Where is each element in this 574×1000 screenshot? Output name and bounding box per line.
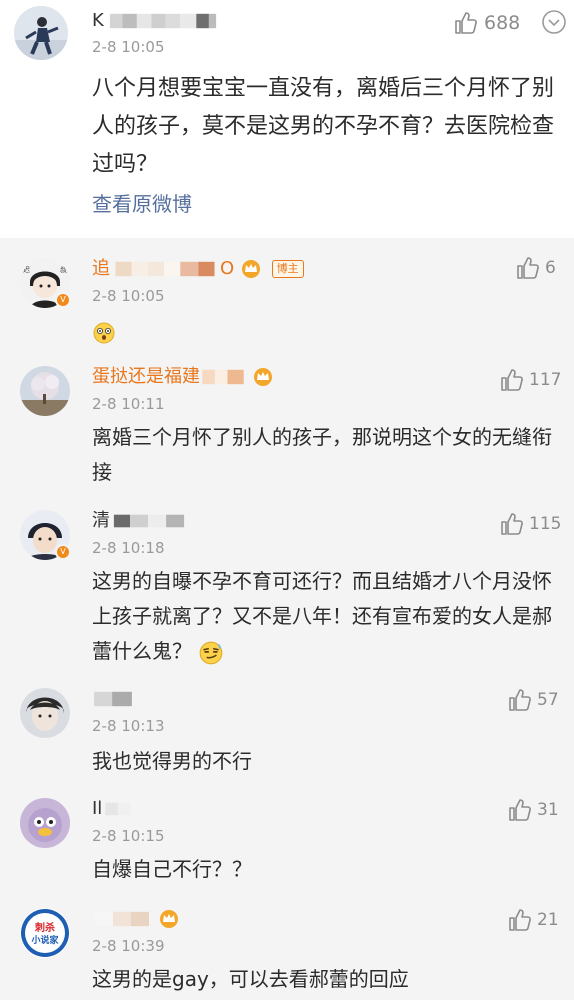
comment-page: K 2-8 10:05 688 八个月想要宝宝一直没有，离婚后三个月怀了别人的孩… (0, 0, 574, 1000)
svg-text:叔: 叔 (60, 265, 67, 274)
thumb-up-icon (501, 513, 523, 535)
comment-time: 2-8 10:39 (92, 937, 165, 955)
comment-text: 自爆自己不行？？ (92, 857, 252, 881)
thumb-up-icon (517, 257, 539, 279)
thumb-up-icon (501, 369, 523, 391)
user-name[interactable]: Il (92, 798, 132, 820)
crown-icon (253, 368, 272, 386)
main-comment: K 2-8 10:05 688 八个月想要宝宝一直没有，离婚后三个月怀了别人的孩… (0, 0, 574, 238)
user-name[interactable]: 蛋挞还是福建 (92, 366, 274, 388)
comment-time: 2-8 10:18 (92, 539, 165, 557)
like-button[interactable]: 117 (500, 368, 561, 392)
like-button[interactable]: 6 (516, 256, 556, 280)
thumb-up-icon (509, 799, 531, 821)
like-button[interactable]: 115 (500, 512, 561, 536)
avatar[interactable] (14, 6, 68, 60)
dizzy-face-emoji (93, 322, 115, 343)
smirk-face-emoji (199, 641, 223, 664)
view-original-link[interactable]: 查看原微博 (92, 188, 192, 217)
user-name[interactable]: 追 O 博主 (92, 258, 304, 280)
user-name-text: Il (92, 798, 103, 819)
reply-list: 迟 叔 V 追 O 博主 2-8 10:05 6 蛋挞还是福建 2-8 10:1… (0, 238, 574, 1000)
comment-text: 八个月想要宝宝一直没有，离婚后三个月怀了别人的孩子，莫不是这男的不孕不育？去医院… (92, 76, 555, 177)
like-count: 31 (537, 800, 559, 820)
like-button[interactable]: 21 (508, 908, 559, 932)
like-count: 6 (545, 258, 556, 278)
comment-time: 2-8 10:11 (92, 395, 165, 413)
user-name-text: K (92, 10, 104, 31)
thumb-up-icon (509, 909, 531, 931)
comment-text: 这男的自曝不孕不育可还行？而且结婚才八个月没怀上孩子就离了？又不是八年！还有宣布… (92, 564, 552, 669)
like-count: 117 (529, 370, 562, 390)
comment-text-content: 这男的自曝不孕不育可还行？而且结婚才八个月没怀上孩子就离了？又不是八年！还有宣布… (92, 569, 552, 663)
user-name[interactable]: K (92, 10, 222, 32)
like-count: 21 (537, 910, 559, 930)
avatar[interactable]: 刺杀 小说家 (20, 908, 70, 958)
comment-time: 2-8 10:13 (92, 717, 165, 735)
name-mosaic (94, 691, 132, 707)
user-name-text: 蛋挞还是福建 (92, 366, 200, 387)
vip-badge-icon: V (55, 292, 71, 308)
like-button[interactable]: 57 (508, 688, 559, 712)
svg-text:迟: 迟 (23, 266, 30, 274)
avatar-text: 小说家 (30, 934, 59, 946)
avatar[interactable] (20, 688, 70, 738)
name-mosaic (202, 369, 244, 385)
comment-text: 这男的是gay，可以去看郝蕾的回应 (92, 967, 409, 991)
avatar[interactable] (20, 798, 70, 848)
user-name-tail: O (220, 258, 235, 279)
avatar-text: 刺杀 (34, 921, 55, 934)
user-name-text: 清 (92, 510, 110, 531)
name-mosaic (113, 514, 185, 528)
chevron-down-circle-icon (542, 10, 566, 34)
vip-badge-icon: V (55, 544, 71, 560)
comment-time: 2-8 10:05 (92, 38, 165, 56)
like-count: 688 (484, 12, 521, 34)
user-name[interactable] (92, 688, 134, 710)
user-name-text: 追 (92, 258, 110, 279)
name-mosaic (115, 261, 215, 277)
comment-text: 离婚三个月怀了别人的孩子，那说明这个女的无缝衔接 (92, 425, 552, 484)
user-name[interactable] (92, 908, 180, 930)
name-mosaic (109, 13, 216, 29)
comment-time: 2-8 10:05 (92, 287, 165, 305)
like-button[interactable]: 688 (454, 11, 520, 35)
thumb-up-icon (509, 689, 531, 711)
crown-icon (241, 260, 260, 278)
like-count: 115 (529, 514, 562, 534)
comment-text (92, 314, 552, 349)
host-badge: 博主 (271, 260, 304, 278)
thumb-up-icon (455, 12, 477, 34)
crown-icon (159, 910, 178, 928)
comment-text: 我也觉得男的不行 (92, 749, 252, 773)
comment-time: 2-8 10:15 (92, 827, 165, 845)
user-name[interactable]: 清 (92, 510, 188, 532)
name-mosaic (105, 802, 131, 816)
more-options-button[interactable] (540, 8, 568, 36)
avatar[interactable] (20, 366, 70, 416)
like-button[interactable]: 31 (508, 798, 559, 822)
name-mosaic (95, 911, 149, 927)
like-count: 57 (537, 690, 559, 710)
